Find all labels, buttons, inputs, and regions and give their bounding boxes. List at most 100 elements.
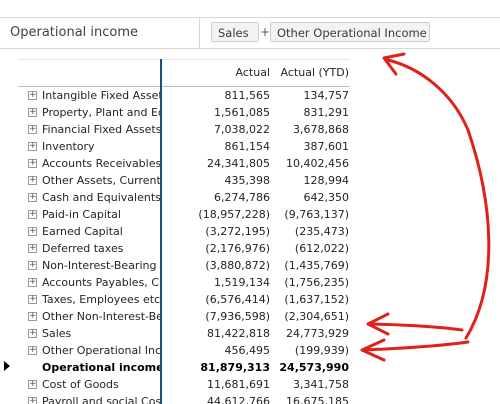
cell-actual-ytd: (1,435,769) [284, 259, 349, 272]
matrix-row[interactable]: + Cost of Goods 11,681,691 3,341,758 [18, 376, 350, 393]
row-label: Sales [42, 327, 72, 340]
cell-actual: 1,519,134 [214, 276, 270, 289]
expand-plus-icon[interactable]: + [28, 176, 37, 185]
cell-actual-ytd: (1,637,152) [284, 293, 349, 306]
expand-plus-icon[interactable]: + [28, 142, 37, 151]
matrix-row[interactable]: + Accounts Receivables 24,341,805 10,402,45… [18, 155, 350, 172]
row-label: Taxes, Employees etc, Current [42, 293, 160, 306]
cell-actual: (6,576,414) [205, 293, 270, 306]
matrix-row[interactable]: + Non-Interest-Bearing Liabilities (3,880,… [18, 257, 350, 274]
cell-actual: (3,272,195) [205, 225, 270, 238]
row-label: Other Assets, Current [42, 174, 160, 187]
cell-actual-ytd: 134,757 [303, 89, 350, 102]
cell-actual: (2,176,976) [205, 242, 270, 255]
cell-actual: (7,936,598) [205, 310, 270, 323]
cell-actual-ytd: (199,939) [294, 344, 349, 357]
cell-actual-ytd: (2,304,651) [284, 310, 349, 323]
matrix-row[interactable]: + Other Operational Income 456,495 (199,939… [18, 342, 350, 359]
cell-actual: 861,154 [224, 140, 271, 153]
expand-plus-icon[interactable]: + [28, 91, 37, 100]
cell-actual: 11,681,691 [207, 378, 270, 391]
expand-plus-icon[interactable]: + [28, 244, 37, 253]
formula-bar: Operational income Sales + Other Operati… [0, 17, 500, 49]
expand-plus-icon[interactable]: + [28, 193, 37, 202]
row-label: Inventory [42, 140, 95, 153]
matrix-row[interactable]: + Earned Capital (3,272,195) (235,473) [18, 223, 350, 240]
matrix-row[interactable]: + Cash and Equivalents 6,274,786 642,350 [18, 189, 350, 206]
cell-actual-ytd: 128,994 [303, 174, 350, 187]
matrix-row[interactable]: + Paid-in Capital (18,957,228) (9,763,137) [18, 206, 350, 223]
cell-actual-ytd: 3,678,868 [293, 123, 349, 136]
matrix-row[interactable]: + Other Non-Interest-Bearing (7,936,598) (2… [18, 308, 350, 325]
annotation-arrowhead-sales [366, 312, 390, 336]
matrix-header: Actual Actual (YTD) [18, 60, 350, 87]
formula-operator: + [260, 25, 271, 39]
selected-row-pointer-icon [4, 361, 10, 371]
matrix-row[interactable]: + Payroll and social Cost 44,612,766 16,675… [18, 393, 350, 404]
cell-actual: 7,038,022 [214, 123, 270, 136]
matrix-row[interactable]: + Deferred taxes (2,176,976) (612,022) [18, 240, 350, 257]
cell-actual: 81,422,818 [207, 327, 270, 340]
matrix-row[interactable]: + Intangible Fixed Assets 811,565 134,757 [18, 87, 350, 104]
expand-plus-icon[interactable]: + [28, 312, 37, 321]
expand-plus-icon[interactable]: + [28, 125, 37, 134]
matrix-row[interactable]: + Accounts Payables, Current 1,519,134 (1,7… [18, 274, 350, 291]
matrix-row[interactable]: + Property, Plant and Equipment 1,561,085 8… [18, 104, 350, 121]
row-label: Financial Fixed Assets [42, 123, 160, 136]
expand-plus-icon[interactable]: + [28, 159, 37, 168]
row-label: Operational income [42, 361, 160, 374]
expand-plus-icon[interactable]: + [28, 329, 37, 338]
expand-plus-icon[interactable]: + [28, 210, 37, 219]
matrix-row[interactable]: + Inventory 861,154 387,601 [18, 138, 350, 155]
row-label: Earned Capital [42, 225, 123, 238]
cell-actual-ytd: 387,601 [303, 140, 350, 153]
cell-actual: 81,879,313 [200, 361, 270, 374]
formula-token-other-operational-income[interactable]: Other Operational Income [270, 22, 430, 42]
cell-actual-ytd: (1,756,235) [284, 276, 349, 289]
row-label: Accounts Payables, Current [42, 276, 160, 289]
matrix-row[interactable]: + Financial Fixed Assets 7,038,022 3,678,86… [18, 121, 350, 138]
row-header-divider [160, 59, 162, 404]
formula-token-sales[interactable]: Sales [211, 22, 259, 42]
row-label: Paid-in Capital [42, 208, 121, 221]
matrix-row[interactable]: + Other Assets, Current 435,398 128,994 [18, 172, 350, 189]
cell-actual: 44,612,766 [207, 395, 270, 404]
cell-actual: 435,398 [224, 174, 271, 187]
expand-plus-icon[interactable]: + [28, 295, 37, 304]
row-label: Cost of Goods [42, 378, 119, 391]
expand-plus-icon[interactable]: + [28, 278, 37, 287]
cell-actual: 6,274,786 [214, 191, 270, 204]
expand-plus-icon[interactable]: + [28, 397, 37, 404]
matrix-row[interactable]: + Taxes, Employees etc, Current (6,576,414… [18, 291, 350, 308]
matrix-visual: Actual Actual (YTD) + Intangible Fixed As… [18, 59, 350, 404]
column-header-actual-ytd[interactable]: Actual (YTD) [270, 60, 349, 86]
measure-name-field[interactable]: Operational income [0, 18, 200, 48]
matrix-row[interactable]: Operational income 81,879,313 24,573,990 [18, 359, 350, 376]
expand-plus-icon[interactable]: + [28, 261, 37, 270]
row-label: Cash and Equivalents [42, 191, 160, 204]
column-header-actual[interactable]: Actual [160, 60, 270, 86]
annotation-arrow-sales [368, 322, 464, 332]
annotation-arrowhead-other-income [360, 338, 386, 362]
row-label: Property, Plant and Equipment [42, 106, 160, 119]
expand-plus-icon[interactable]: + [28, 346, 37, 355]
row-label: Other Non-Interest-Bearing [42, 310, 160, 323]
cell-actual-ytd: 642,350 [303, 191, 350, 204]
annotation-arrowhead-formula [382, 52, 406, 76]
screenshot-canvas: Operational income Sales + Other Operati… [0, 0, 500, 404]
row-label: Intangible Fixed Assets [42, 89, 160, 102]
matrix-row[interactable]: + Sales 81,422,818 24,773,929 [18, 325, 350, 342]
cell-actual-ytd: 24,573,990 [279, 361, 349, 374]
cell-actual: (18,957,228) [198, 208, 270, 221]
expand-plus-icon[interactable]: + [28, 227, 37, 236]
cell-actual: 1,561,085 [214, 106, 270, 119]
row-label: Deferred taxes [42, 242, 124, 255]
cell-actual: (3,880,872) [205, 259, 270, 272]
cell-actual-ytd: (612,022) [294, 242, 349, 255]
cell-actual: 456,495 [224, 344, 271, 357]
cell-actual-ytd: 16,675,185 [286, 395, 349, 404]
row-label: Accounts Receivables [42, 157, 160, 170]
expand-plus-icon[interactable]: + [28, 108, 37, 117]
cell-actual-ytd: 24,773,929 [286, 327, 349, 340]
expand-plus-icon[interactable]: + [28, 380, 37, 389]
